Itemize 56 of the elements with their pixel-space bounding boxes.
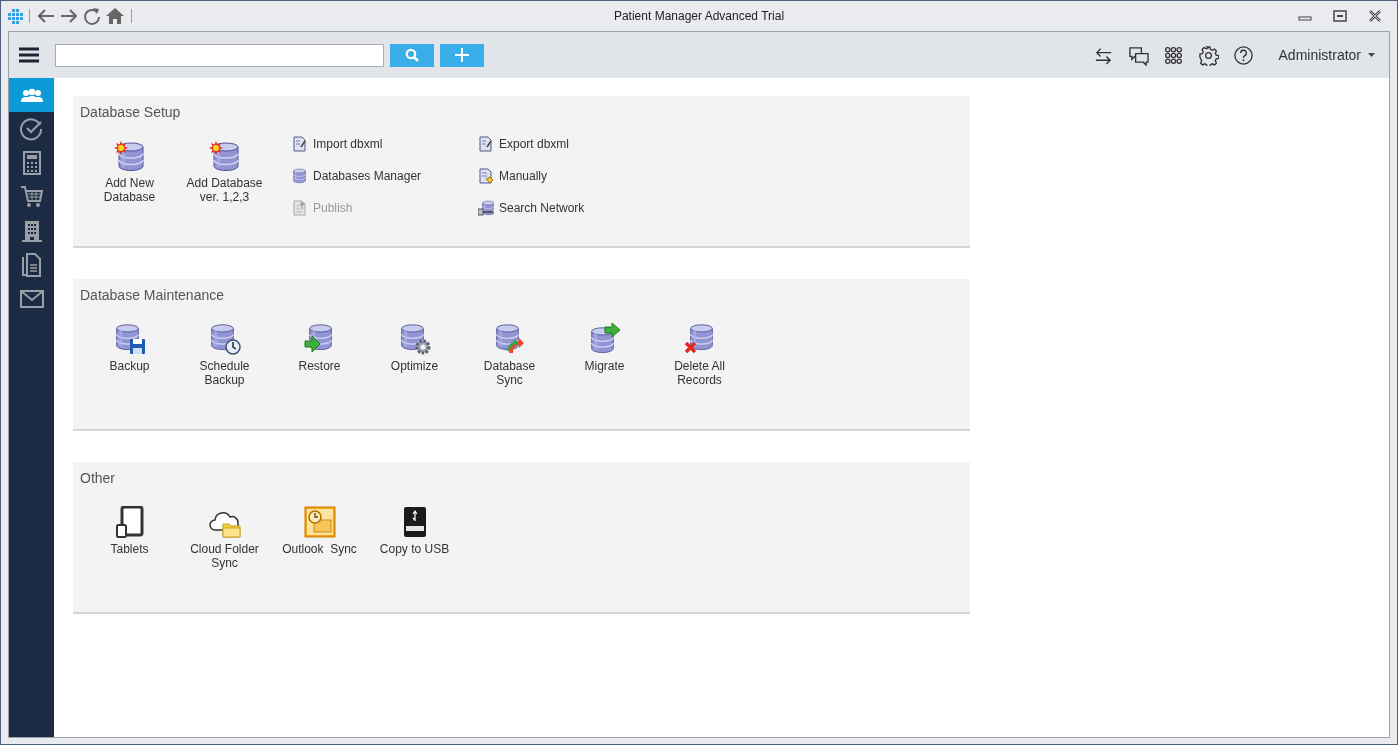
database-gear-icon [398, 323, 431, 355]
action-item[interactable]: Backup [82, 323, 177, 373]
action-item[interactable]: Tablets [82, 506, 177, 556]
action-link[interactable]: Search Network [478, 200, 585, 216]
sidebar-item[interactable] [9, 78, 54, 112]
section-title: Other [79, 469, 116, 486]
action-item[interactable]: Delete All Records [652, 323, 747, 387]
action-item[interactable]: Migrate [557, 323, 652, 373]
database-star-icon [113, 140, 146, 172]
envelope-icon [19, 287, 44, 311]
action-item[interactable]: Database Sync [462, 323, 557, 387]
help-icon[interactable] [1232, 44, 1254, 66]
action-item[interactable]: Copy to USB [367, 506, 462, 556]
menu-icon[interactable] [19, 47, 39, 63]
maximize-icon[interactable] [1332, 8, 1348, 24]
database-arrow-icon [588, 323, 621, 355]
apps-grid-icon[interactable] [1162, 44, 1184, 66]
search-field[interactable] [55, 43, 384, 67]
documents-icon [19, 253, 44, 277]
action-item[interactable]: Outlook Sync [272, 506, 367, 556]
action-link[interactable]: Export dbxml [478, 136, 570, 152]
check-circle-icon [19, 117, 44, 141]
window-title: Patient Manager Advanced Trial [613, 9, 785, 23]
user-menu[interactable]: Administrator [1278, 47, 1375, 63]
plus-icon [455, 48, 469, 62]
action-link[interactable]: Manually [478, 168, 548, 184]
action-item[interactable]: Restore [272, 323, 367, 373]
database-sync-icon [493, 323, 526, 355]
action-link[interactable]: Databases Manager [292, 168, 422, 184]
search-icon [405, 48, 419, 62]
database-clock-icon [208, 323, 241, 355]
chat-bubbles-icon[interactable] [1127, 44, 1149, 66]
database-icon [292, 168, 308, 184]
app-grid-icon [8, 8, 23, 24]
people-icon [19, 87, 44, 103]
action-item[interactable]: Add Database ver. 1,2,3 [177, 140, 272, 204]
caret-icon [1368, 53, 1375, 57]
section-title: Database Maintenance [79, 286, 225, 303]
database-floppy-icon [113, 323, 146, 355]
section-title: Database Setup [79, 103, 182, 120]
building-icon [19, 219, 44, 243]
refresh-icon[interactable] [82, 6, 102, 26]
settings-icon[interactable] [1197, 44, 1219, 66]
tablet-phone-icon [113, 506, 146, 538]
action-item[interactable]: Optimize [367, 323, 462, 373]
home-icon[interactable] [105, 6, 125, 26]
action-item[interactable]: Cloud Folder Sync [177, 506, 272, 570]
database-star-icon [208, 140, 241, 172]
action-item[interactable]: Add New Database [82, 140, 177, 204]
close-icon[interactable] [1367, 8, 1383, 24]
action-link[interactable]: Import dbxml [292, 136, 383, 152]
envelope-clock-icon [303, 506, 336, 538]
action-item[interactable]: Schedule Backup [177, 323, 272, 387]
database-cross-icon [683, 323, 716, 355]
shopping-cart-icon [19, 185, 44, 209]
database-network-icon [478, 200, 494, 216]
